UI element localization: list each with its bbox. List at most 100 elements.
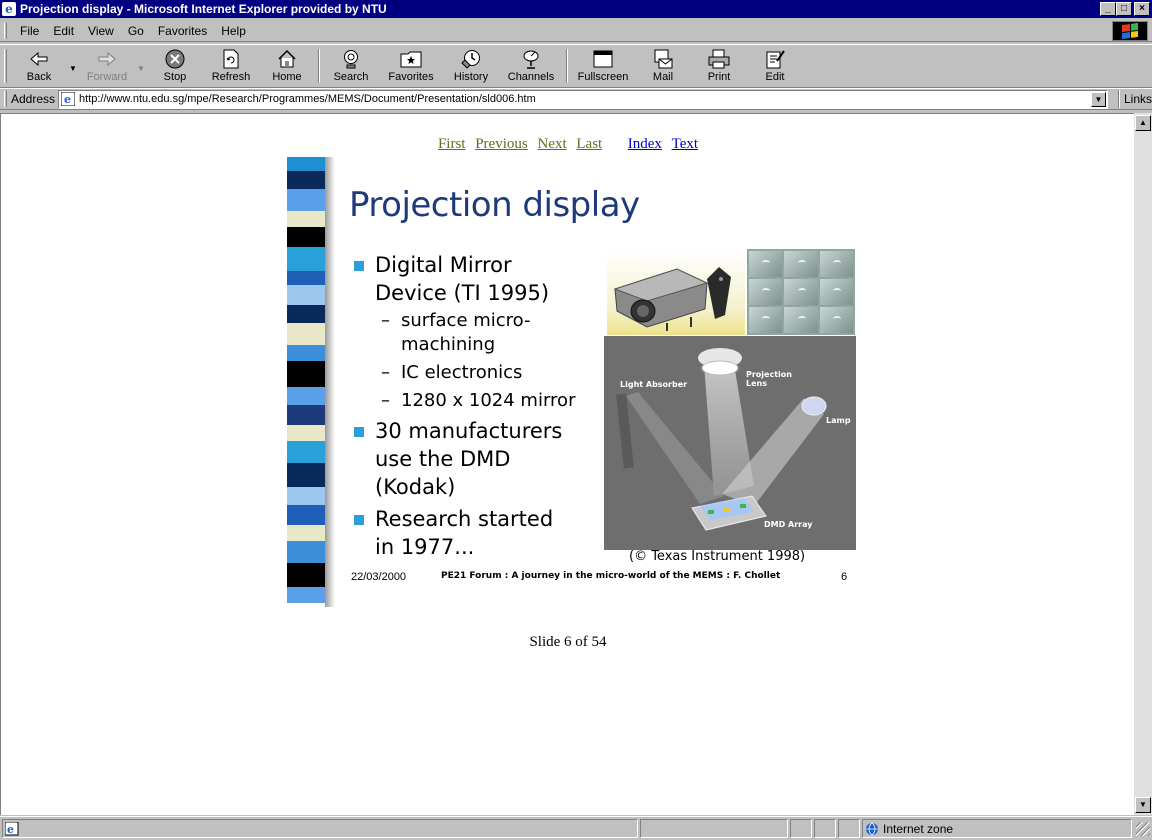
back-dropdown-icon[interactable]: ▼	[67, 45, 79, 87]
fullscreen-button[interactable]: Fullscreen	[571, 45, 635, 87]
vertical-scrollbar[interactable]: ▲ ▼	[1134, 113, 1152, 815]
stop-label: Stop	[163, 71, 187, 83]
edit-button[interactable]: Edit	[747, 45, 803, 87]
stripe-block	[287, 441, 325, 463]
standard-toolbar: Back ▼ Forward ▼ Stop Refresh Home Searc…	[0, 44, 1152, 88]
bullet-item: Digital Mirror Device (TI 1995)	[353, 251, 603, 307]
stop-icon	[164, 49, 186, 69]
menu-favorites[interactable]: Favorites	[151, 24, 214, 38]
stripe-block	[287, 323, 325, 345]
bullet-text: Digital Mirror	[375, 253, 512, 277]
slide-bullets: Digital Mirror Device (TI 1995) – surfac…	[353, 251, 603, 563]
printer-icon	[708, 49, 730, 69]
window-title: Projection display - Microsoft Internet …	[20, 2, 387, 16]
home-button[interactable]: Home	[259, 45, 315, 87]
nav-index-link[interactable]: Index	[628, 136, 662, 152]
stripe-block	[287, 425, 325, 441]
refresh-label: Refresh	[211, 71, 251, 83]
favorites-folder-icon	[400, 49, 422, 69]
bullet-text: Research started	[375, 507, 554, 531]
print-button[interactable]: Print	[691, 45, 747, 87]
nav-previous-link[interactable]: Previous	[475, 136, 528, 152]
close-button[interactable]: ×	[1134, 2, 1150, 16]
slide-image: Projection display Digital Mirror Device…	[273, 157, 861, 607]
search-button[interactable]: Search	[323, 45, 379, 87]
status-bar: e Internet zone	[0, 816, 1152, 840]
menu-grip[interactable]	[4, 22, 7, 39]
stripe-block	[287, 525, 325, 541]
stripe-block	[287, 345, 325, 361]
stripe-block	[287, 271, 325, 285]
toolbar-grip[interactable]	[4, 49, 7, 83]
ie-logo-icon: e	[2, 2, 16, 16]
menu-file[interactable]: File	[13, 24, 46, 38]
nav-first-link[interactable]: First	[438, 136, 466, 152]
minimize-button[interactable]: _	[1100, 2, 1116, 16]
edit-document-icon	[764, 49, 786, 69]
menu-go[interactable]: Go	[121, 24, 151, 38]
menu-edit[interactable]: Edit	[46, 24, 81, 38]
stripe-block	[287, 405, 325, 425]
refresh-button[interactable]: Refresh	[203, 45, 259, 87]
links-button[interactable]: Links	[1124, 92, 1152, 106]
toolbar-separator	[318, 49, 320, 83]
forward-button[interactable]: Forward	[79, 45, 135, 87]
stripe-block	[287, 463, 325, 487]
status-main-pane: e	[2, 819, 638, 838]
slide-number: 6	[841, 571, 848, 583]
nav-next-link[interactable]: Next	[537, 136, 566, 152]
menu-help[interactable]: Help	[214, 24, 253, 38]
browser-window: e Projection display - Microsoft Interne…	[0, 0, 1152, 840]
mail-button[interactable]: Mail	[635, 45, 691, 87]
diagram-label-projection-lens: Projection Lens	[746, 370, 792, 388]
scroll-down-icon[interactable]: ▼	[1135, 797, 1151, 813]
forward-label: Forward	[86, 71, 128, 83]
image-caption: (© Texas Instrument 1998)	[629, 549, 806, 564]
favorites-button[interactable]: Favorites	[379, 45, 443, 87]
slide-footer: PE21 Forum : A journey in the micro-worl…	[441, 571, 781, 581]
title-bar[interactable]: e Projection display - Microsoft Interne…	[0, 0, 1152, 18]
bullet-text: 30 manufacturers	[375, 419, 563, 443]
svg-text:e: e	[64, 93, 71, 106]
stripe-block	[287, 285, 325, 305]
nav-text-link[interactable]: Text	[672, 136, 698, 152]
stripe-block	[287, 211, 325, 227]
stripe-block	[287, 505, 325, 525]
page-status-icon: e	[5, 821, 19, 836]
menu-view[interactable]: View	[81, 24, 121, 38]
channels-button[interactable]: Channels	[499, 45, 563, 87]
sub-bullet-text: machining	[401, 334, 496, 355]
address-grip[interactable]	[4, 91, 7, 107]
slide-navigation: First Previous Next Last Index Text	[1, 136, 1135, 153]
svg-text:e: e	[7, 823, 14, 836]
maximize-button[interactable]: □	[1116, 2, 1132, 16]
forward-dropdown-icon[interactable]: ▼	[135, 45, 147, 87]
diagram-label-dmd-array: DMD Array	[764, 520, 813, 529]
bullet-text: (Kodak)	[375, 475, 456, 499]
stop-button[interactable]: Stop	[147, 45, 203, 87]
toolbar-separator	[566, 49, 568, 83]
search-label: Search	[333, 71, 369, 83]
satellite-dish-icon	[520, 49, 542, 69]
bullet-text: use the DMD	[375, 447, 511, 471]
sub-bullet-item: – 1280 x 1024 mirror	[353, 389, 603, 413]
scroll-up-icon[interactable]: ▲	[1135, 115, 1151, 131]
fullscreen-label: Fullscreen	[577, 71, 629, 83]
resize-grip-icon[interactable]	[1136, 821, 1150, 836]
address-input[interactable]: e http://www.ntu.edu.sg/mpe/Research/Pro…	[58, 89, 1108, 109]
nav-last-link[interactable]: Last	[576, 136, 602, 152]
address-dropdown-icon[interactable]: ▼	[1090, 91, 1106, 107]
mirror-array-micrograph	[747, 249, 855, 335]
address-url: http://www.ntu.edu.sg/mpe/Research/Progr…	[79, 93, 536, 105]
fullscreen-icon	[592, 49, 614, 69]
stripe-block	[287, 157, 325, 171]
address-bar: Address e http://www.ntu.edu.sg/mpe/Rese…	[0, 88, 1152, 110]
back-button[interactable]: Back	[11, 45, 67, 87]
history-button[interactable]: History	[443, 45, 499, 87]
status-progress-pane	[640, 819, 788, 838]
slide-title: Projection display	[349, 185, 640, 225]
projector-photo	[607, 249, 745, 335]
forward-arrow-icon	[96, 49, 118, 69]
stripe-block	[287, 227, 325, 247]
history-label: History	[453, 71, 489, 83]
